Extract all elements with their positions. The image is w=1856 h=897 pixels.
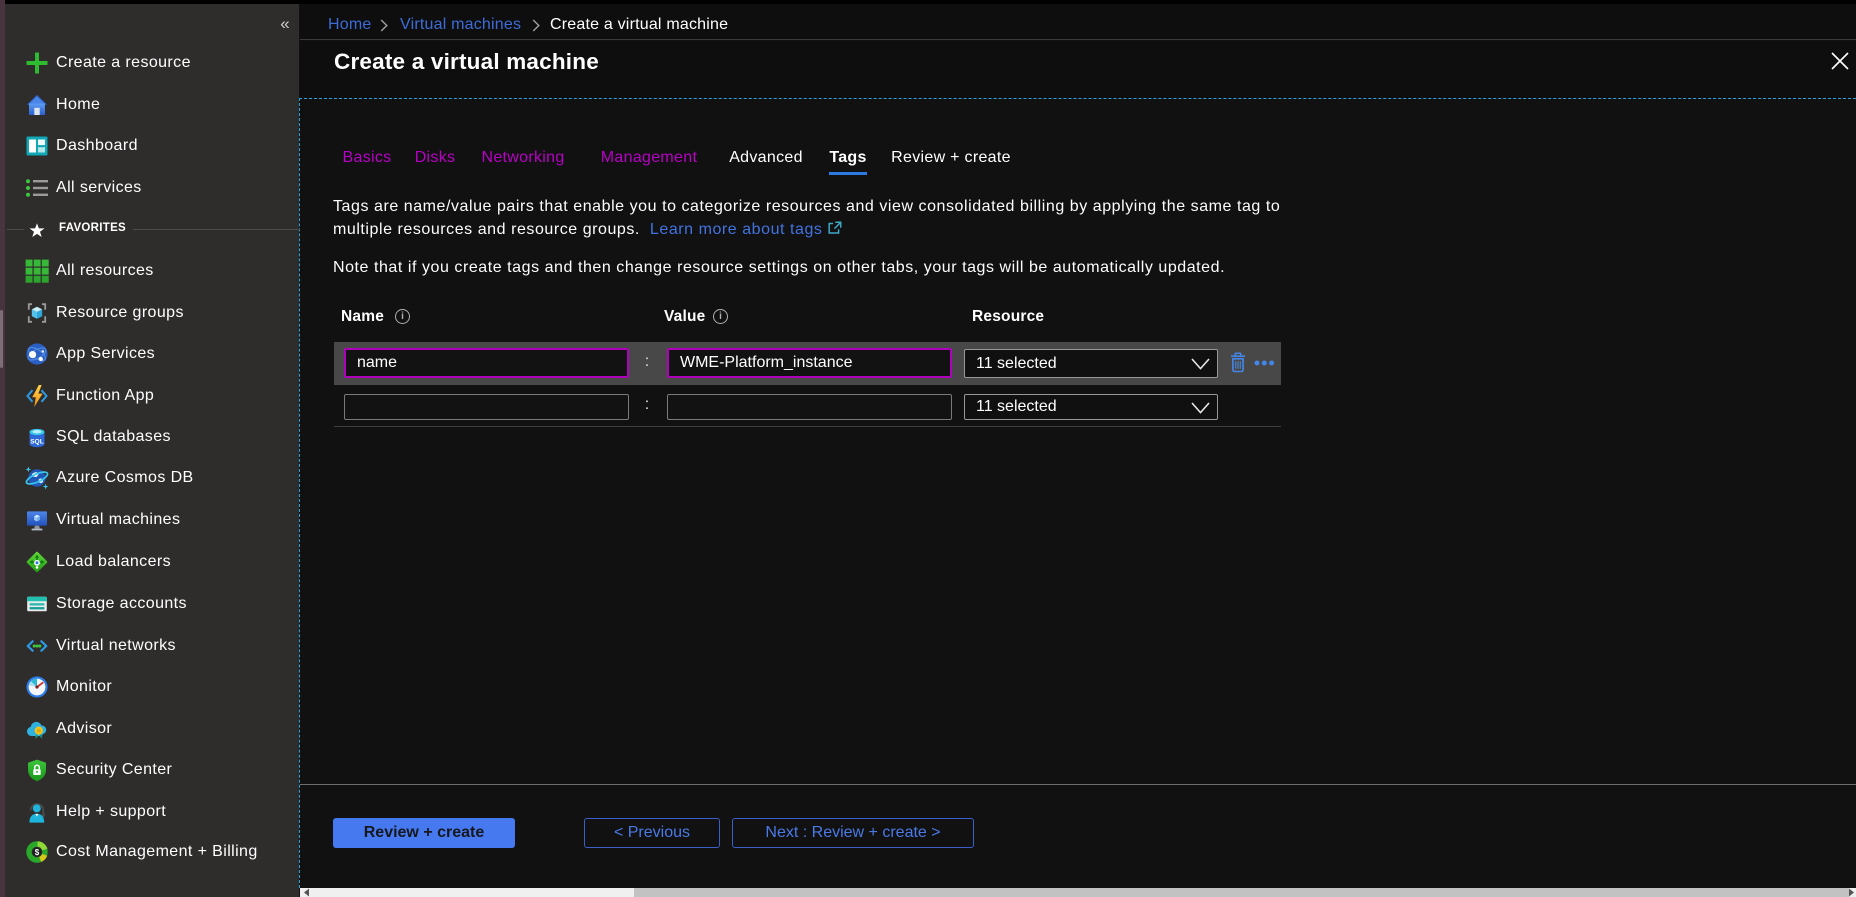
svg-text:$: $ xyxy=(35,848,40,857)
svg-text:SQL: SQL xyxy=(30,439,43,446)
